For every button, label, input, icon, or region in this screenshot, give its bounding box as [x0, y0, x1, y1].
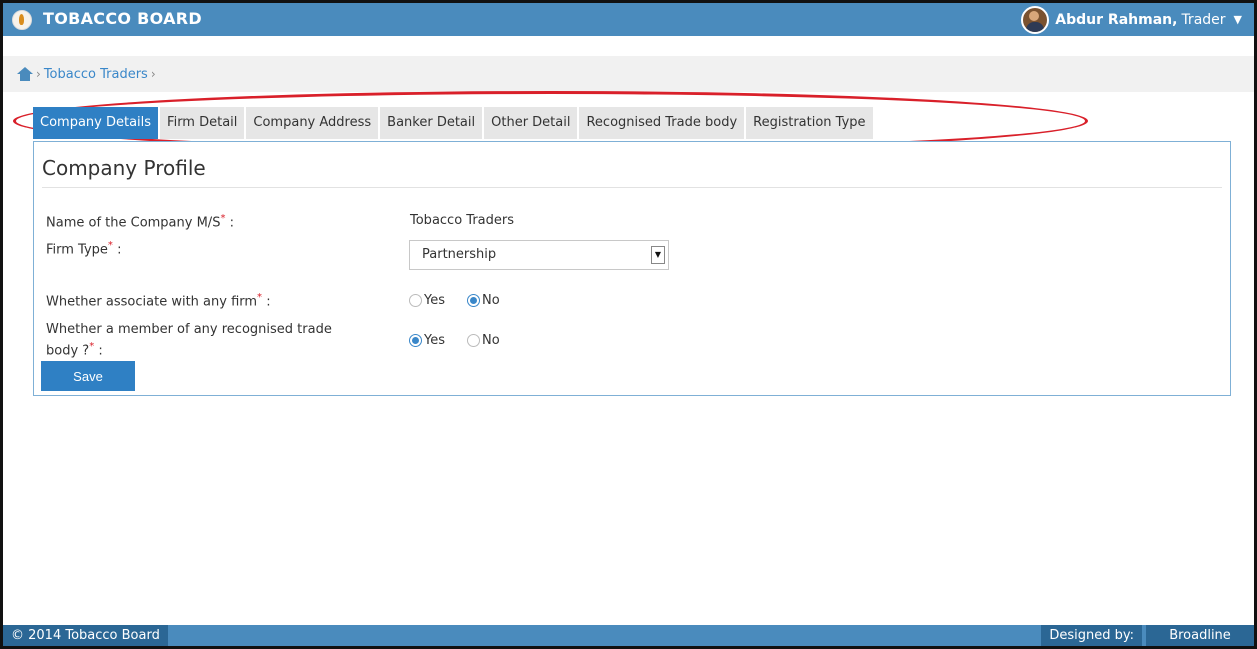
- tab-firm-detail[interactable]: Firm Detail: [160, 107, 245, 139]
- caret-down-icon[interactable]: ▼: [1234, 13, 1242, 26]
- associate-yes-radio[interactable]: [409, 294, 422, 307]
- tab-recognised-trade-body[interactable]: Recognised Trade body: [579, 107, 745, 139]
- member-no-radio[interactable]: [467, 334, 480, 347]
- associate-no-radio[interactable]: [467, 294, 480, 307]
- tab-company-details[interactable]: Company Details: [33, 107, 159, 139]
- breadcrumb-separator-icon: ›: [36, 67, 41, 81]
- save-button[interactable]: Save: [41, 361, 135, 391]
- required-marker: *: [220, 213, 226, 224]
- breadcrumb-item-tobacco-traders[interactable]: Tobacco Traders: [44, 67, 148, 82]
- user-avatar-icon: [1021, 5, 1050, 34]
- associate-no-label: No: [482, 293, 500, 308]
- tab-registration-type[interactable]: Registration Type: [746, 107, 873, 139]
- user-name: Abdur Rahman,: [1055, 11, 1178, 28]
- member-no-label: No: [482, 333, 500, 348]
- app-frame: TOBACCO BOARD Abdur Rahman, Trader ▼ › T…: [0, 0, 1257, 649]
- firm-type-selected-value: Partnership: [422, 247, 497, 262]
- required-marker: *: [107, 240, 113, 251]
- firm-type-select[interactable]: Partnership ▼: [409, 240, 669, 270]
- company-profile-panel: Company Profile Name of the Company M/S*…: [33, 141, 1231, 396]
- designer-link[interactable]: Broadline: [1146, 625, 1254, 646]
- top-navbar: TOBACCO BOARD Abdur Rahman, Trader ▼: [3, 3, 1254, 36]
- dropdown-arrow-icon[interactable]: ▼: [651, 246, 665, 264]
- associate-yes-label: Yes: [424, 293, 445, 308]
- trade-body-member-label: Whether a member of any recognised trade…: [46, 322, 332, 359]
- associate-firm-radio-group: Yes No: [409, 293, 522, 308]
- tab-other-detail[interactable]: Other Detail: [484, 107, 578, 139]
- designed-by-label: Designed by:: [1041, 625, 1142, 646]
- tab-banker-detail[interactable]: Banker Detail: [380, 107, 483, 139]
- breadcrumb: › Tobacco Traders ›: [3, 56, 1254, 92]
- trade-body-member-radio-group: Yes No: [409, 333, 522, 348]
- tab-company-address[interactable]: Company Address: [246, 107, 379, 139]
- required-marker: *: [257, 292, 263, 303]
- member-yes-label: Yes: [424, 333, 445, 348]
- home-icon[interactable]: [17, 67, 33, 81]
- company-name-value: Tobacco Traders: [410, 213, 514, 228]
- copyright-text: © 2014 Tobacco Board: [3, 625, 168, 646]
- firm-type-label: Firm Type* :: [46, 240, 122, 258]
- profile-tabs: Company Details Firm Detail Company Addr…: [33, 107, 875, 139]
- user-menu[interactable]: Abdur Rahman, Trader ▼: [1021, 3, 1254, 36]
- associate-firm-label: Whether associate with any firm* :: [46, 292, 271, 310]
- panel-title: Company Profile: [42, 156, 206, 180]
- company-name-label: Name of the Company M/S* :: [46, 213, 234, 231]
- member-yes-radio[interactable]: [409, 334, 422, 347]
- title-divider: [42, 187, 1222, 188]
- required-marker: *: [89, 341, 95, 352]
- breadcrumb-separator-icon: ›: [150, 67, 156, 81]
- brand-title: TOBACCO BOARD: [43, 9, 203, 28]
- tobacco-leaf-logo-icon: [12, 10, 32, 30]
- user-role: Trader: [1181, 11, 1226, 28]
- footer: © 2014 Tobacco Board Designed by: Broadl…: [3, 625, 1254, 646]
